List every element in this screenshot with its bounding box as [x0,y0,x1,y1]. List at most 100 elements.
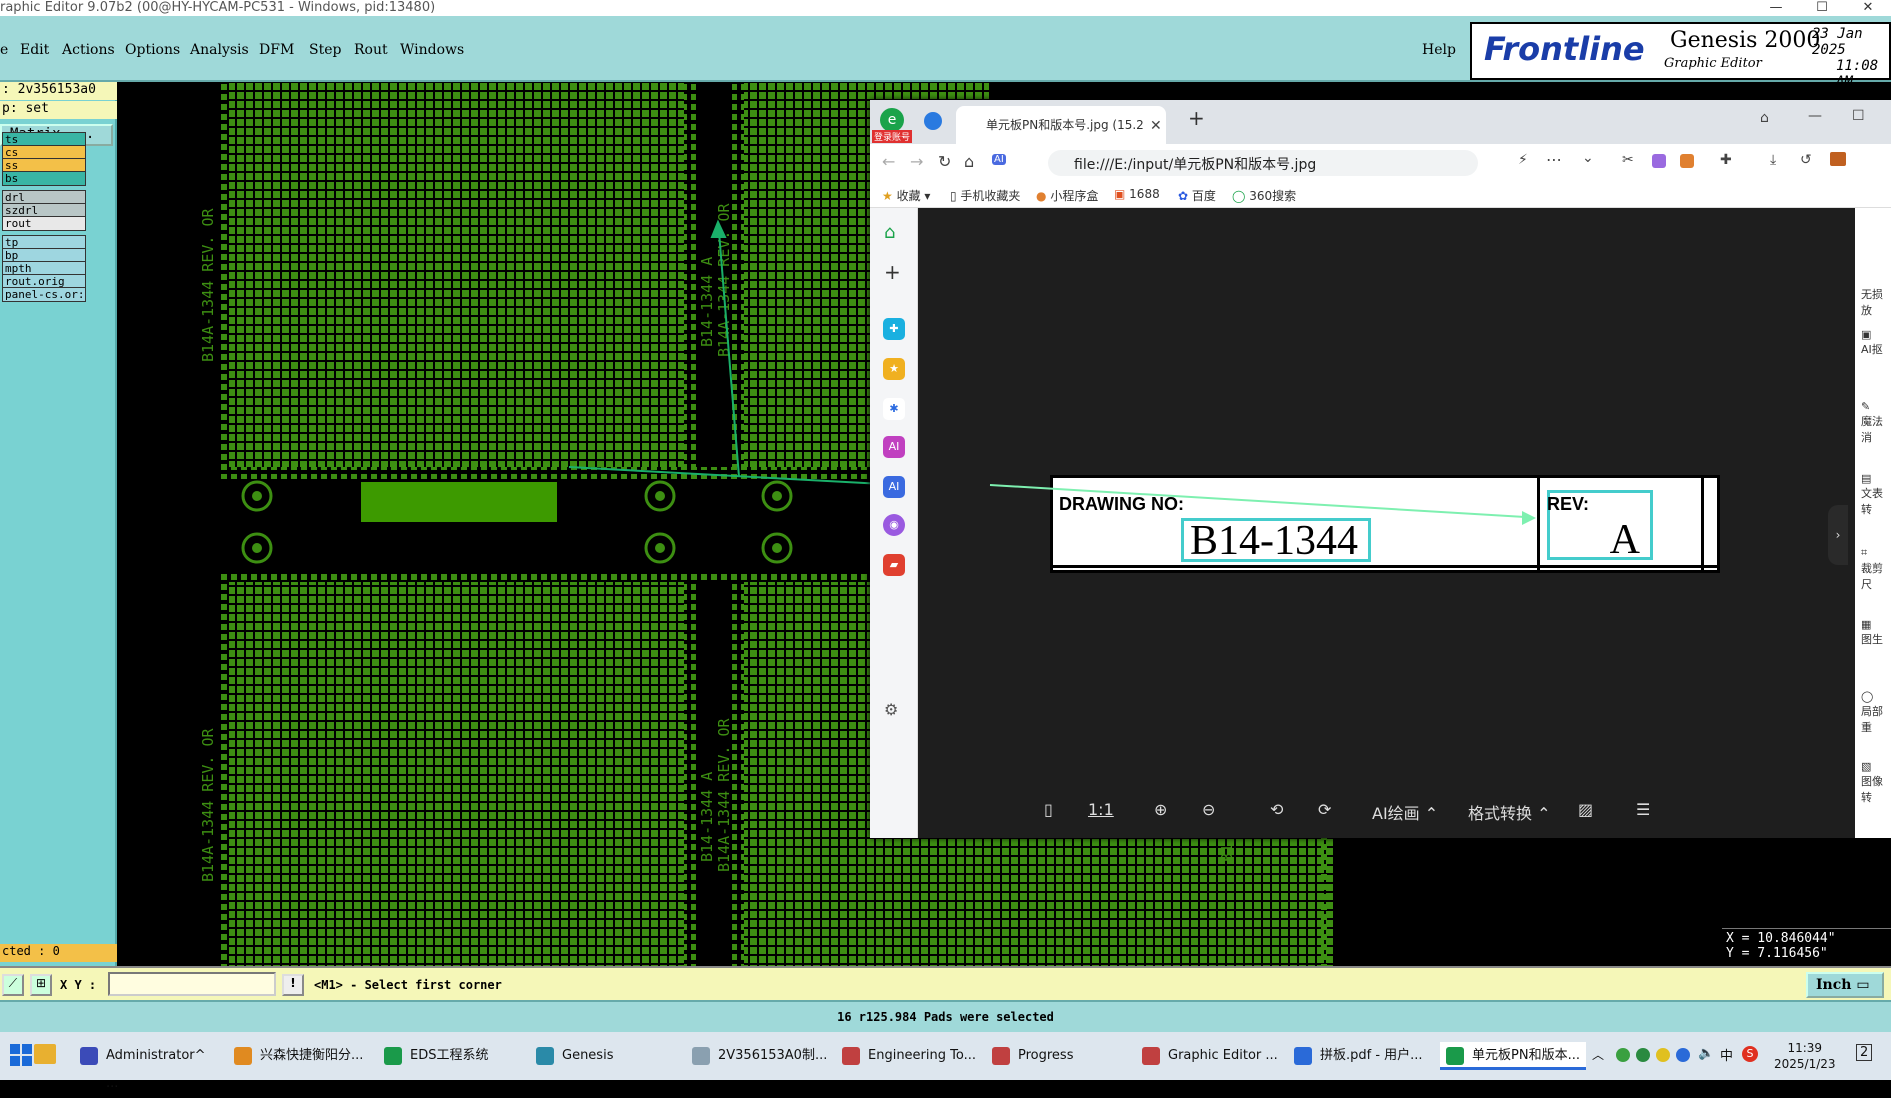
download-icon[interactable]: ⤓ [1770,152,1776,168]
ai-icon[interactable]: AI [992,154,1006,165]
file-explorer-icon[interactable] [34,1044,56,1064]
taskbar-app[interactable]: Engineering To... [836,1042,978,1070]
reload-icon[interactable]: ↻ [938,152,951,171]
new-tab-icon[interactable]: + [1188,106,1205,130]
minimize-icon[interactable]: — [1753,0,1799,16]
system-clock[interactable]: 11:39 2025/1/23 [1774,1040,1836,1072]
menu-windows[interactable]: Windows [400,42,464,58]
rail-crop[interactable]: ⌗ 裁剪尺 [1861,546,1891,592]
sidebar-translate-icon[interactable]: ✚ [883,318,905,340]
volume-icon[interactable]: 🔈 [1698,1046,1714,1061]
rail-magic-erase[interactable]: ✎ 魔法消 [1861,400,1891,445]
url-input[interactable]: file:///E:/input/单元板PN和版本号.jpg [1048,150,1478,176]
rail-partial-redraw[interactable]: ◯ 局部重 [1861,690,1891,735]
tray-app3-icon[interactable] [1656,1048,1670,1062]
tab-image[interactable]: 单元板PN和版本号.jpg (15.2 ✕ [956,106,1166,144]
layer-item[interactable]: bs [2,171,86,186]
menu-step[interactable]: Step [309,42,341,58]
info-icon[interactable]: ! [282,974,304,996]
layer-item[interactable]: rout [2,216,86,231]
actual-size-button[interactable]: 1:1 [1088,800,1114,819]
menu-help[interactable]: Help [1422,42,1456,58]
taskbar-app[interactable]: Graphic Editor ... [1136,1042,1280,1070]
more-icon[interactable]: ⋯ [1546,150,1562,169]
menu-analysis[interactable]: Analysis [190,42,249,58]
bookmark-miniapp[interactable]: ● 小程序盒 [1036,187,1098,204]
sidebar-network-icon[interactable]: ✱ [883,398,905,420]
layer-item[interactable]: panel-cs.or: [2,287,86,302]
sidebar-ai-icon[interactable]: AI [883,476,905,498]
chevron-down-icon[interactable]: ⌄ [1582,150,1594,166]
rail-image-gen[interactable]: ▦ 图生 [1861,618,1883,647]
compass-icon[interactable] [924,112,942,130]
extension-icon[interactable] [1652,154,1666,168]
sogou-icon[interactable]: S [1742,1046,1758,1062]
puzzle-icon[interactable]: ✚ [1720,152,1732,168]
bookmark-1688[interactable]: ▣ 1688 [1114,187,1160,201]
rail-lossless-zoom[interactable]: 无损放 [1861,286,1891,318]
menu-options[interactable]: Options [125,42,180,58]
fit-icon[interactable]: ▯ [1044,800,1053,819]
sidebar-planet-icon[interactable]: ◉ [883,514,905,536]
zoom-out-icon[interactable]: ⊖ [1202,800,1215,819]
notification-icon[interactable]: 2 [1856,1044,1873,1061]
taskbar-app[interactable]: Administrator^ ... [74,1042,220,1091]
close-icon[interactable]: ✕ [1845,0,1891,16]
bookmark-baidu[interactable]: ✿ 百度 [1178,187,1216,204]
sidebar-home-icon[interactable]: ⌂ [884,222,895,243]
home-icon[interactable]: ⌂ [964,152,974,171]
bookmark-360[interactable]: ◯ 360搜索 [1232,187,1296,204]
sidebar-settings-icon[interactable]: ⚙ [884,700,898,719]
unit-selector[interactable]: Inch ▭ [1806,972,1884,998]
rail-image-convert[interactable]: ▧ 图像转 [1861,760,1891,805]
rotate-right-icon[interactable]: ⟳ [1318,800,1331,819]
browser-logo-icon[interactable]: e [880,108,904,132]
ime-indicator[interactable]: 中 [1720,1045,1733,1064]
tray-app-icon[interactable] [1616,1048,1630,1062]
sidebar-add-icon[interactable]: + [884,260,901,284]
xy-input[interactable] [108,972,276,996]
maximize-icon[interactable]: ☐ [1799,0,1845,16]
scissors-icon[interactable]: ✂ [1622,152,1634,168]
shirt-icon[interactable]: ⌂ [1760,110,1769,126]
wallet-icon[interactable] [1830,152,1846,166]
tab-close-icon[interactable]: ✕ [1150,118,1162,134]
start-icon[interactable] [10,1044,32,1066]
ai-paint-button[interactable]: AI绘画 ⌃ [1372,800,1438,824]
sidebar-game-icon[interactable]: ▰ [883,554,905,576]
menu-actions[interactable]: Actions [62,42,115,58]
undo-icon[interactable]: ↺ [1800,152,1812,168]
taskbar-app[interactable]: Genesis [530,1042,678,1070]
menu-icon[interactable]: ☰ [1636,800,1650,819]
menu-rout[interactable]: Rout [354,42,388,58]
grid-icon[interactable]: ⊞ [30,974,52,996]
rail-collapse-icon[interactable]: › [1828,505,1848,565]
maximize-icon[interactable]: ☐ [1852,108,1865,124]
login-badge[interactable]: 登录账号 [872,130,913,143]
sidebar-star-icon[interactable]: ★ [883,358,905,380]
lightning-icon[interactable]: ⚡ [1518,152,1528,168]
back-icon[interactable]: ← [882,152,895,171]
taskbar-app[interactable]: Progress [986,1042,1128,1070]
rotate-left-icon[interactable]: ⟲ [1270,800,1283,819]
menu-dfm[interactable]: DFM [259,42,294,58]
taskbar-app[interactable]: EDS工程系统 [378,1042,522,1070]
minimize-icon[interactable]: — [1808,108,1822,124]
menu-edit[interactable]: Edit [20,42,49,58]
tray-expand-icon[interactable]: ︿ [1592,1046,1604,1063]
tray-network-icon[interactable] [1676,1048,1690,1062]
bookmark-mobile[interactable]: ▯ 手机收藏夹 [950,187,1020,204]
game-extension-icon[interactable] [1680,154,1694,168]
edit-image-icon[interactable]: ▨ [1578,800,1593,819]
tray-app2-icon[interactable] [1636,1048,1650,1062]
sidebar-ai-chat-icon[interactable]: AI [883,436,905,458]
bookmark-favorites[interactable]: ★ 收藏 ▾ [882,187,930,204]
snap-icon[interactable]: ⟋ [2,974,24,996]
rail-ai-cutout[interactable]: ▣ AI抠 [1861,328,1883,357]
taskbar-app[interactable]: 兴森快捷衡阳分... [228,1042,370,1070]
rail-text-table[interactable]: ▤ 文表转 [1861,472,1891,517]
taskbar-app[interactable]: 2V356153A0制... [686,1042,828,1070]
menu-file[interactable]: e [0,42,8,58]
forward-icon[interactable]: → [910,152,923,171]
taskbar-app[interactable]: 拼板.pdf - 用户... [1288,1042,1432,1070]
